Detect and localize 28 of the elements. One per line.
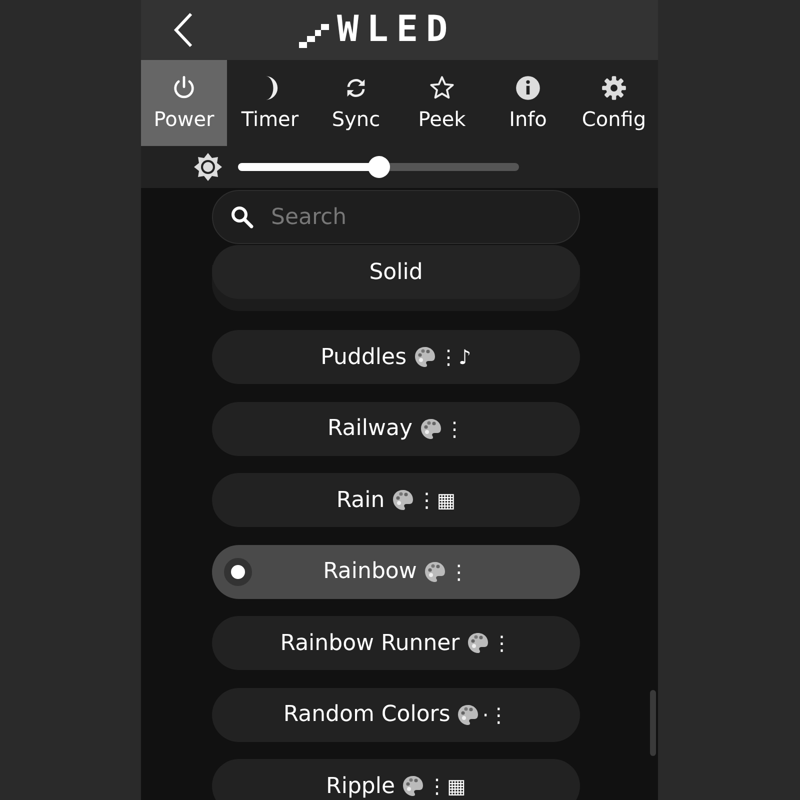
tab[interactable]: Sync [313, 60, 399, 146]
tab[interactable]: Peek [399, 60, 485, 146]
list-item[interactable]: Puddles ⋮♪ [212, 330, 580, 384]
brightness-icon [193, 152, 223, 182]
settings-icon [601, 75, 627, 101]
list-item[interactable]: Railway ⋮ [212, 402, 580, 456]
list-item[interactable]: Rain ⋮▦ [212, 473, 580, 527]
list-item[interactable]: Random Colors ·⋮ [212, 688, 580, 742]
search-field[interactable]: Search [212, 190, 580, 244]
brightness-slider[interactable] [238, 156, 519, 178]
tab[interactable]: Info [485, 60, 571, 146]
logo-icon [299, 24, 329, 48]
logo-text: WLED [337, 12, 456, 48]
power-icon [171, 75, 197, 101]
tab[interactable]: Power [141, 60, 227, 146]
slider-thumb[interactable] [368, 156, 390, 178]
list-item[interactable]: Rainbow Runner ⋮ [212, 616, 580, 670]
list-item[interactable]: Ripple ⋮▦ [212, 759, 580, 800]
tab[interactable]: Timer [227, 60, 313, 146]
radio-indicator [224, 558, 252, 586]
info-icon [515, 75, 541, 101]
star-icon [429, 75, 455, 101]
search-icon [230, 205, 254, 229]
tab[interactable]: Config [571, 60, 657, 146]
scrollbar[interactable] [650, 690, 656, 756]
back-icon[interactable] [173, 12, 193, 48]
list-item[interactable]: Solid [212, 245, 580, 299]
list-item[interactable]: Rainbow ⋮ [212, 544, 580, 598]
